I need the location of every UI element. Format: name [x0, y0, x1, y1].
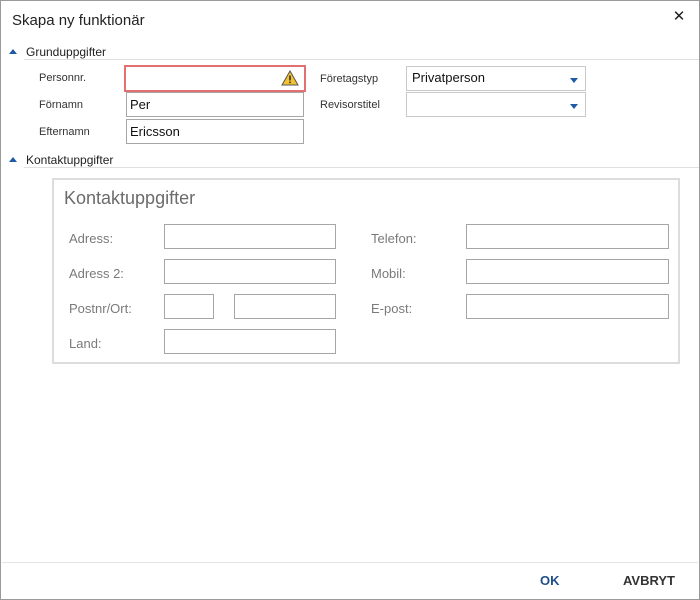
fornamn-input[interactable] — [126, 92, 304, 117]
foretagstyp-label: Företagstyp — [320, 73, 379, 85]
section-label-contact: Kontaktuppgifter — [26, 153, 114, 167]
create-official-dialog: Skapa ny funktionär ✕ Grunduppgifter Per… — [0, 0, 700, 600]
revisorstitel-select[interactable] — [406, 92, 586, 117]
mobil-label: Mobil: — [371, 266, 406, 281]
warning-icon — [281, 70, 299, 86]
epost-label: E-post: — [371, 301, 413, 316]
ort-input[interactable] — [234, 294, 336, 319]
foretagstyp-value: Privatperson — [412, 70, 485, 85]
efternamn-input[interactable] — [126, 119, 304, 144]
land-input[interactable] — [164, 329, 336, 354]
personnr-input[interactable] — [124, 65, 306, 92]
postnr-ort-label: Postnr/Ort: — [69, 301, 132, 316]
land-label: Land: — [69, 336, 102, 351]
section-divider — [24, 59, 699, 60]
chevron-down-icon — [570, 104, 578, 109]
triangle-up-icon — [9, 49, 17, 54]
contact-group-title: Kontaktuppgifter — [64, 188, 196, 208]
contact-group: Kontaktuppgifter Adress: Adress 2: Postn… — [52, 178, 680, 364]
section-divider — [24, 167, 699, 168]
efternamn-label: Efternamn — [39, 126, 90, 138]
section-label-basic: Grunduppgifter — [26, 45, 107, 59]
cancel-button[interactable]: AVBRYT — [623, 573, 675, 588]
ok-button[interactable]: OK — [540, 573, 560, 588]
section-header-contact[interactable]: Kontaktuppgifter — [9, 153, 113, 167]
section-header-basic[interactable]: Grunduppgifter — [9, 45, 106, 59]
triangle-up-icon — [9, 157, 17, 162]
revisorstitel-label: Revisorstitel — [320, 99, 380, 111]
chevron-down-icon — [570, 78, 578, 83]
postnr-input[interactable] — [164, 294, 214, 319]
telefon-input[interactable] — [466, 224, 669, 249]
fornamn-label: Förnamn — [39, 99, 84, 111]
adress-label: Adress: — [69, 231, 114, 246]
adress-input[interactable] — [164, 224, 336, 249]
mobil-input[interactable] — [466, 259, 669, 284]
adress2-label: Adress 2: — [69, 266, 124, 281]
epost-input[interactable] — [466, 294, 669, 319]
dialog-title: Skapa ny funktionär — [12, 12, 145, 29]
foretagstyp-select[interactable]: Privatperson — [406, 66, 586, 91]
footer-divider — [2, 562, 698, 563]
personnr-label: Personnr. — [39, 72, 87, 84]
telefon-label: Telefon: — [371, 231, 417, 246]
close-icon[interactable]: ✕ — [669, 7, 689, 27]
adress2-input[interactable] — [164, 259, 336, 284]
